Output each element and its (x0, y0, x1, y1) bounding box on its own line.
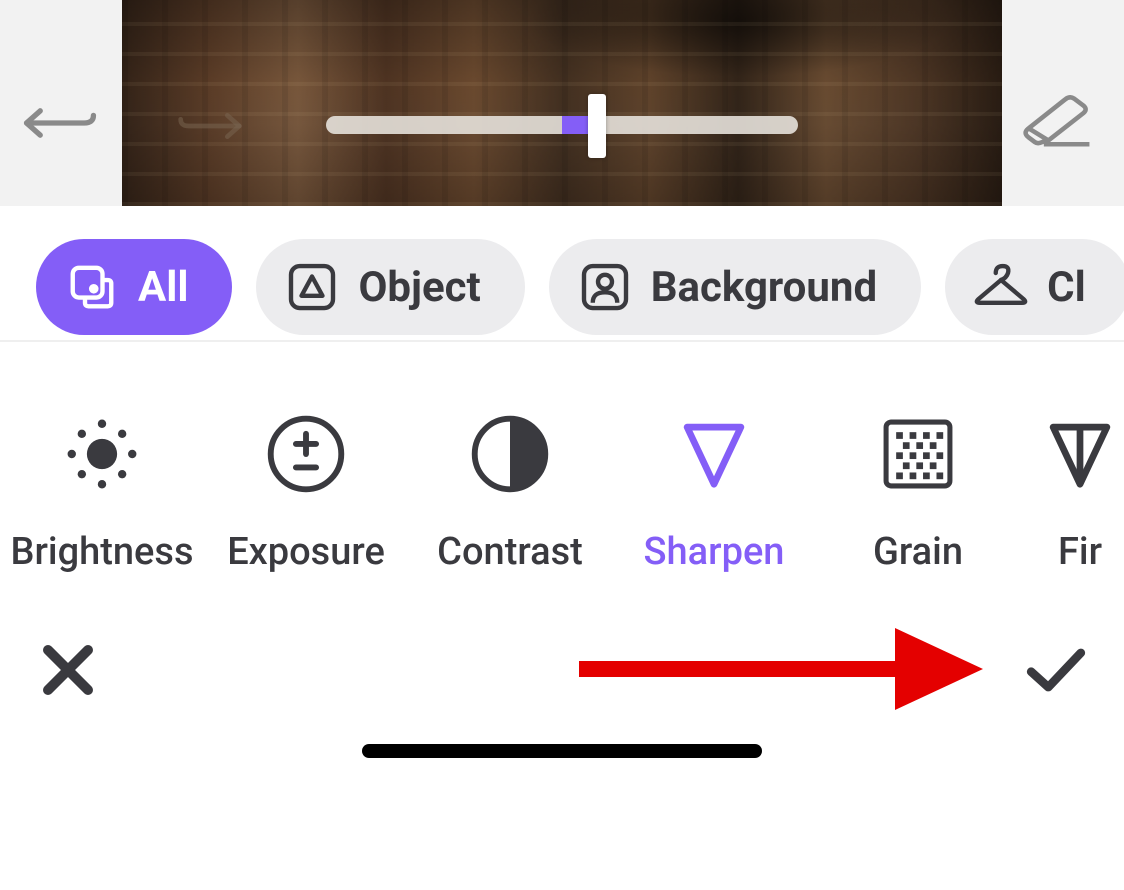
cancel-button[interactable] (28, 632, 108, 712)
redo-button[interactable] (175, 106, 245, 146)
tool-brightness[interactable]: Brightness (0, 412, 204, 602)
tool-exposure[interactable]: Exposure (204, 412, 408, 602)
scope-chip-row: All Object Background Cl (0, 206, 1124, 336)
chip-clothes[interactable]: Cl (945, 239, 1124, 335)
confirm-button[interactable] (1016, 632, 1096, 712)
chip-background[interactable]: Background (549, 239, 921, 335)
object-icon (284, 259, 340, 315)
adjust-tool-row: Brightness Exposure Contrast Sha (0, 342, 1124, 602)
eraser-icon (1018, 95, 1094, 155)
chip-label: Cl (1047, 263, 1086, 312)
tool-label: Exposure (227, 530, 385, 574)
check-icon (1026, 640, 1086, 704)
tool-sharpen[interactable]: Sharpen (612, 412, 816, 602)
undo-icon (22, 95, 98, 155)
erase-button[interactable] (1016, 95, 1096, 155)
layers-icon (64, 259, 120, 315)
chip-all[interactable]: All (36, 239, 232, 335)
slider-thumb[interactable] (588, 94, 606, 158)
person-icon (577, 259, 633, 315)
chip-label: Object (358, 263, 480, 312)
close-icon (38, 640, 98, 704)
home-indicator[interactable] (362, 744, 762, 758)
undo-button[interactable] (20, 95, 100, 155)
editor-canvas (0, 0, 1124, 206)
redo-icon (175, 131, 245, 150)
tool-label: Sharpen (644, 530, 785, 574)
sharpen-icon (672, 412, 756, 496)
exposure-icon (264, 412, 348, 496)
contrast-icon (468, 412, 552, 496)
chip-label: Background (651, 263, 877, 312)
tool-contrast[interactable]: Contrast (408, 412, 612, 602)
annotation-arrow (575, 622, 985, 716)
hanger-icon (973, 259, 1029, 315)
tool-grain[interactable]: Grain (816, 412, 1020, 602)
tool-label: Contrast (437, 530, 583, 574)
image-preview[interactable] (122, 0, 1002, 206)
chip-label: All (138, 263, 188, 312)
chip-object[interactable]: Object (256, 239, 524, 335)
tool-label: Fir (1058, 530, 1102, 574)
adjust-slider[interactable] (326, 116, 798, 134)
fine-icon (1038, 412, 1122, 496)
tool-fine[interactable]: Fir (1020, 412, 1124, 602)
tool-label: Grain (873, 530, 963, 574)
action-bar (0, 602, 1124, 782)
tool-label: Brightness (10, 530, 193, 574)
grain-icon (876, 412, 960, 496)
brightness-icon (60, 412, 144, 496)
